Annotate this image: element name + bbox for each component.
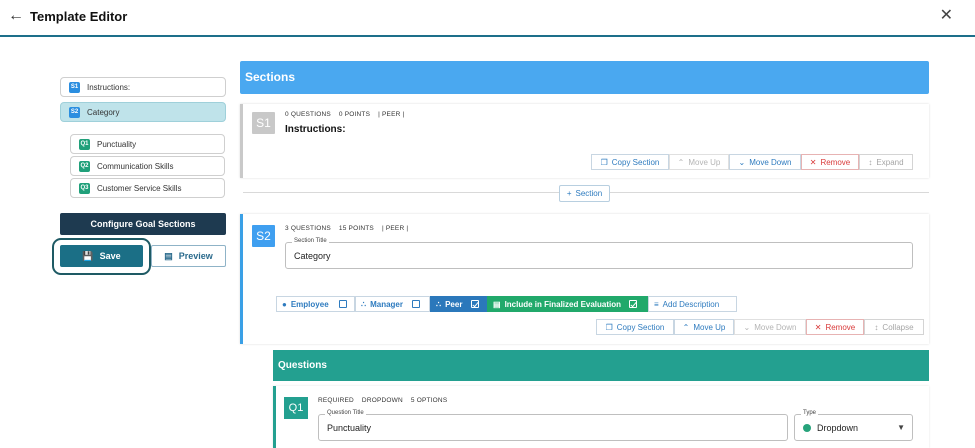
include-finalized-toggle[interactable]: ▤ Include in Finalized Evaluation [487, 296, 648, 312]
page-title: Template Editor [30, 9, 128, 24]
question-badge-q1: Q1 [284, 397, 308, 419]
section-meta: 0 QUESTIONS 0 POINTS | PEER | [285, 111, 405, 118]
remove-button[interactable]: ✕ Remove [806, 319, 864, 335]
peer-toggle[interactable]: ∴ Peer [430, 296, 487, 312]
header-divider [0, 35, 975, 37]
preview-button[interactable]: ▤ Preview [151, 245, 226, 267]
question-badge: Q3 [79, 182, 90, 194]
section-title-field[interactable]: Section Title Category [285, 238, 913, 269]
question-meta: REQUIRED DROPDOWN 5 OPTIONS [318, 397, 448, 404]
sidebar-item-label: Punctuality [97, 139, 137, 149]
manager-checkbox [412, 300, 420, 308]
section-meta: 3 QUESTIONS 15 POINTS | PEER | [285, 225, 409, 232]
copy-icon: ❐ [605, 322, 613, 332]
expand-button[interactable]: ↕ Expand [859, 154, 913, 170]
employee-toggle[interactable]: ● Employee [276, 296, 355, 312]
collapse-icon: ↕ [874, 322, 879, 332]
sidebar-question-q2[interactable]: Q2 Communication Skills [70, 156, 225, 176]
close-icon: ✕ [809, 157, 817, 167]
field-label: Question Title [325, 410, 366, 416]
field-label: Type [801, 410, 819, 416]
sidebar-item-label: Category [87, 107, 120, 117]
group-icon: ∴ [436, 299, 442, 309]
save-button[interactable]: 💾 Save [60, 245, 143, 267]
employee-checkbox [338, 300, 347, 308]
collapse-button[interactable]: ↕ Collapse [864, 319, 924, 335]
section-badge: S2 [69, 106, 80, 118]
section-title: Instructions: [285, 124, 346, 135]
field-label: Section Title [292, 238, 329, 244]
sidebar-item-s2[interactable]: S2 Category [60, 102, 226, 122]
copy-section-button[interactable]: ❐ Copy Section [591, 154, 669, 170]
save-label: Save [99, 251, 121, 261]
top-bar: ← Template Editor ✕ [0, 0, 975, 36]
move-down-button[interactable]: ⌄ Move Down [734, 319, 806, 335]
questions-header: Questions [273, 350, 929, 381]
dropdown-type-icon [803, 424, 811, 432]
configure-goal-sections-button[interactable]: Configure Goal Sections [60, 213, 226, 235]
manager-toggle[interactable]: ∴ Manager [355, 296, 430, 312]
sections-header: Sections [240, 61, 929, 94]
field-value: Category [294, 251, 331, 261]
section-badge: S1 [69, 81, 80, 93]
arrow-left-icon[interactable]: ← [8, 7, 24, 25]
preview-label: Preview [178, 251, 213, 261]
document-icon: ▤ [164, 250, 173, 261]
field-value: Punctuality [327, 423, 372, 433]
chevron-up-icon: ⌃ [677, 157, 685, 167]
sidebar-item-label: Communication Skills [97, 161, 174, 171]
question-badge: Q2 [79, 160, 90, 172]
copy-icon: ❐ [600, 157, 608, 167]
lines-icon: ≡ [654, 299, 659, 309]
question-badge: Q1 [79, 138, 90, 150]
question-title-field[interactable]: Question Title Punctuality [318, 410, 788, 441]
field-value: Dropdown [803, 423, 858, 433]
close-icon: ✕ [814, 322, 822, 332]
chevron-down-icon: ⌄ [743, 322, 751, 332]
chevron-down-icon: ⌄ [738, 157, 746, 167]
sidebar-question-q3[interactable]: Q3 Customer Service Skills [70, 178, 225, 198]
group-icon: ∴ [361, 299, 367, 309]
move-down-button[interactable]: ⌄ Move Down [729, 154, 801, 170]
copy-section-button[interactable]: ❐ Copy Section [596, 319, 674, 335]
peer-checkbox [471, 300, 480, 308]
expand-icon: ↕ [868, 157, 873, 167]
close-icon[interactable]: ✕ [940, 7, 953, 25]
move-up-button[interactable]: ⌃ Move Up [674, 319, 734, 335]
floppy-disk-icon: 💾 [82, 250, 94, 261]
move-up-button[interactable]: ⌃ Move Up [669, 154, 729, 170]
finalized-checkbox [629, 300, 638, 308]
sidebar-item-label: Customer Service Skills [97, 183, 182, 193]
chevron-down-icon: ▼ [897, 423, 905, 432]
remove-button[interactable]: ✕ Remove [801, 154, 859, 170]
sidebar-item-s1[interactable]: S1 Instructions: [60, 77, 226, 97]
sidebar-item-label: Instructions: [87, 82, 131, 92]
question-type-select[interactable]: Type Dropdown ▼ [794, 410, 913, 441]
chevron-up-icon: ⌃ [682, 322, 690, 332]
section-badge-s2: S2 [252, 225, 275, 247]
person-icon: ● [282, 299, 287, 309]
document-icon: ▤ [493, 299, 501, 309]
section-badge-s1: S1 [252, 112, 275, 134]
plus-icon: + [566, 189, 572, 198]
sidebar-question-q1[interactable]: Q1 Punctuality [70, 134, 225, 154]
add-section-button[interactable]: + Section [559, 185, 610, 202]
add-description-button[interactable]: ≡ Add Description [648, 296, 737, 312]
